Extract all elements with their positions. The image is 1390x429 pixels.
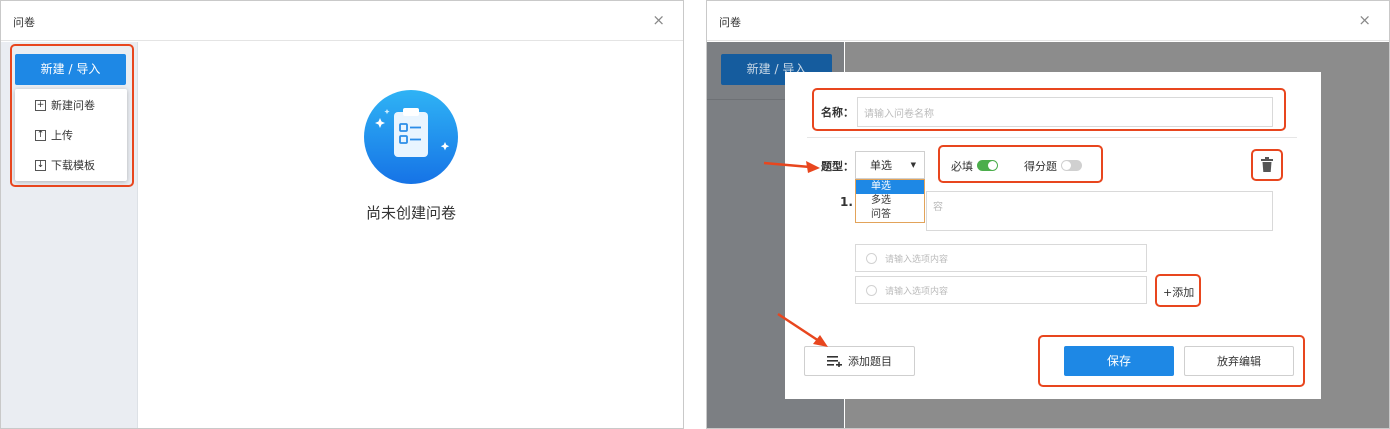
caret-down-icon: ▼ (910, 161, 916, 169)
arrow-to-type-icon (763, 161, 820, 173)
scored-label: 得分题 (1024, 160, 1057, 173)
question-placeholder: 容 (933, 202, 943, 213)
divider (807, 137, 1297, 138)
menu-item-label: 新建问卷 (51, 99, 95, 112)
option-input-2[interactable]: 请输入选项内容 (855, 276, 1147, 304)
required-label: 必填 (951, 160, 973, 173)
scored-toggle[interactable] (1061, 160, 1082, 171)
option-placeholder: 请输入选项内容 (885, 286, 949, 297)
upload-box-icon: ↑ (35, 129, 46, 141)
close-icon[interactable]: × (1358, 11, 1371, 29)
option-input-1[interactable]: 请输入选项内容 (855, 244, 1147, 272)
download-box-icon: ↓ (35, 159, 46, 171)
menu-item-new-questionnaire[interactable]: + 新建问卷 (15, 92, 127, 118)
option-short-answer[interactable]: 问答 (856, 208, 924, 222)
menu-item-label: 下载模板 (51, 159, 95, 172)
questionnaire-window-editor: 问卷 × 新建 / 导入 名称： 请输入问卷名称 题型： 单选 ▼ 必填 得分题… (706, 0, 1390, 429)
option-multiple-choice[interactable]: 多选 (856, 194, 924, 208)
title-bar: 问卷 × (707, 1, 1389, 41)
question-title-input[interactable]: 容 (926, 191, 1273, 231)
new-import-menu: + 新建问卷 ↑ 上传 ↓ 下载模板 (15, 89, 127, 181)
add-list-icon (827, 356, 842, 367)
add-option-link[interactable]: +添加 (1163, 284, 1194, 300)
save-button[interactable]: 保存 (1064, 346, 1174, 376)
questionnaire-name-input[interactable]: 请输入问卷名称 (857, 97, 1273, 127)
question-number: 1. (840, 195, 853, 209)
add-question-label: 添加题目 (848, 355, 892, 368)
question-type-selected: 单选 (870, 159, 892, 172)
new-import-button[interactable]: 新建 / 导入 (15, 54, 126, 85)
questionnaire-window-empty: 问卷 × 新建 / 导入 + 新建问卷 ↑ 上传 ↓ 下载模板 尚未创建问卷 (0, 0, 684, 429)
radio-circle-icon (866, 284, 877, 296)
close-icon[interactable]: × (652, 11, 665, 29)
menu-item-upload[interactable]: ↑ 上传 (15, 122, 127, 148)
plus-box-icon: + (35, 99, 46, 111)
name-label: 名称： (821, 106, 854, 119)
question-type-dropdown: 单选 多选 问答 (855, 179, 925, 223)
clipboard-icon (364, 90, 458, 184)
discard-edit-button[interactable]: 放弃编辑 (1184, 346, 1294, 376)
question-type-label: 题型： (821, 160, 854, 173)
window-title: 问卷 (719, 16, 741, 29)
option-placeholder: 请输入选项内容 (885, 254, 949, 265)
menu-item-download-template[interactable]: ↓ 下载模板 (15, 152, 127, 178)
title-bar: 问卷 × (1, 1, 683, 41)
arrow-to-add-question-icon (777, 312, 828, 347)
trash-icon[interactable] (1260, 157, 1274, 172)
radio-circle-icon (866, 252, 877, 264)
question-type-select[interactable]: 单选 ▼ (855, 151, 925, 179)
window-title: 问卷 (13, 16, 35, 29)
question-editor-dialog: 名称： 请输入问卷名称 题型： 单选 ▼ 必填 得分题 1. 容 请输入选项内容… (785, 72, 1321, 399)
option-single-choice[interactable]: 单选 (856, 180, 924, 194)
empty-state-text: 尚未创建问卷 (365, 204, 456, 222)
menu-item-label: 上传 (51, 129, 73, 142)
required-toggle[interactable] (977, 160, 998, 171)
